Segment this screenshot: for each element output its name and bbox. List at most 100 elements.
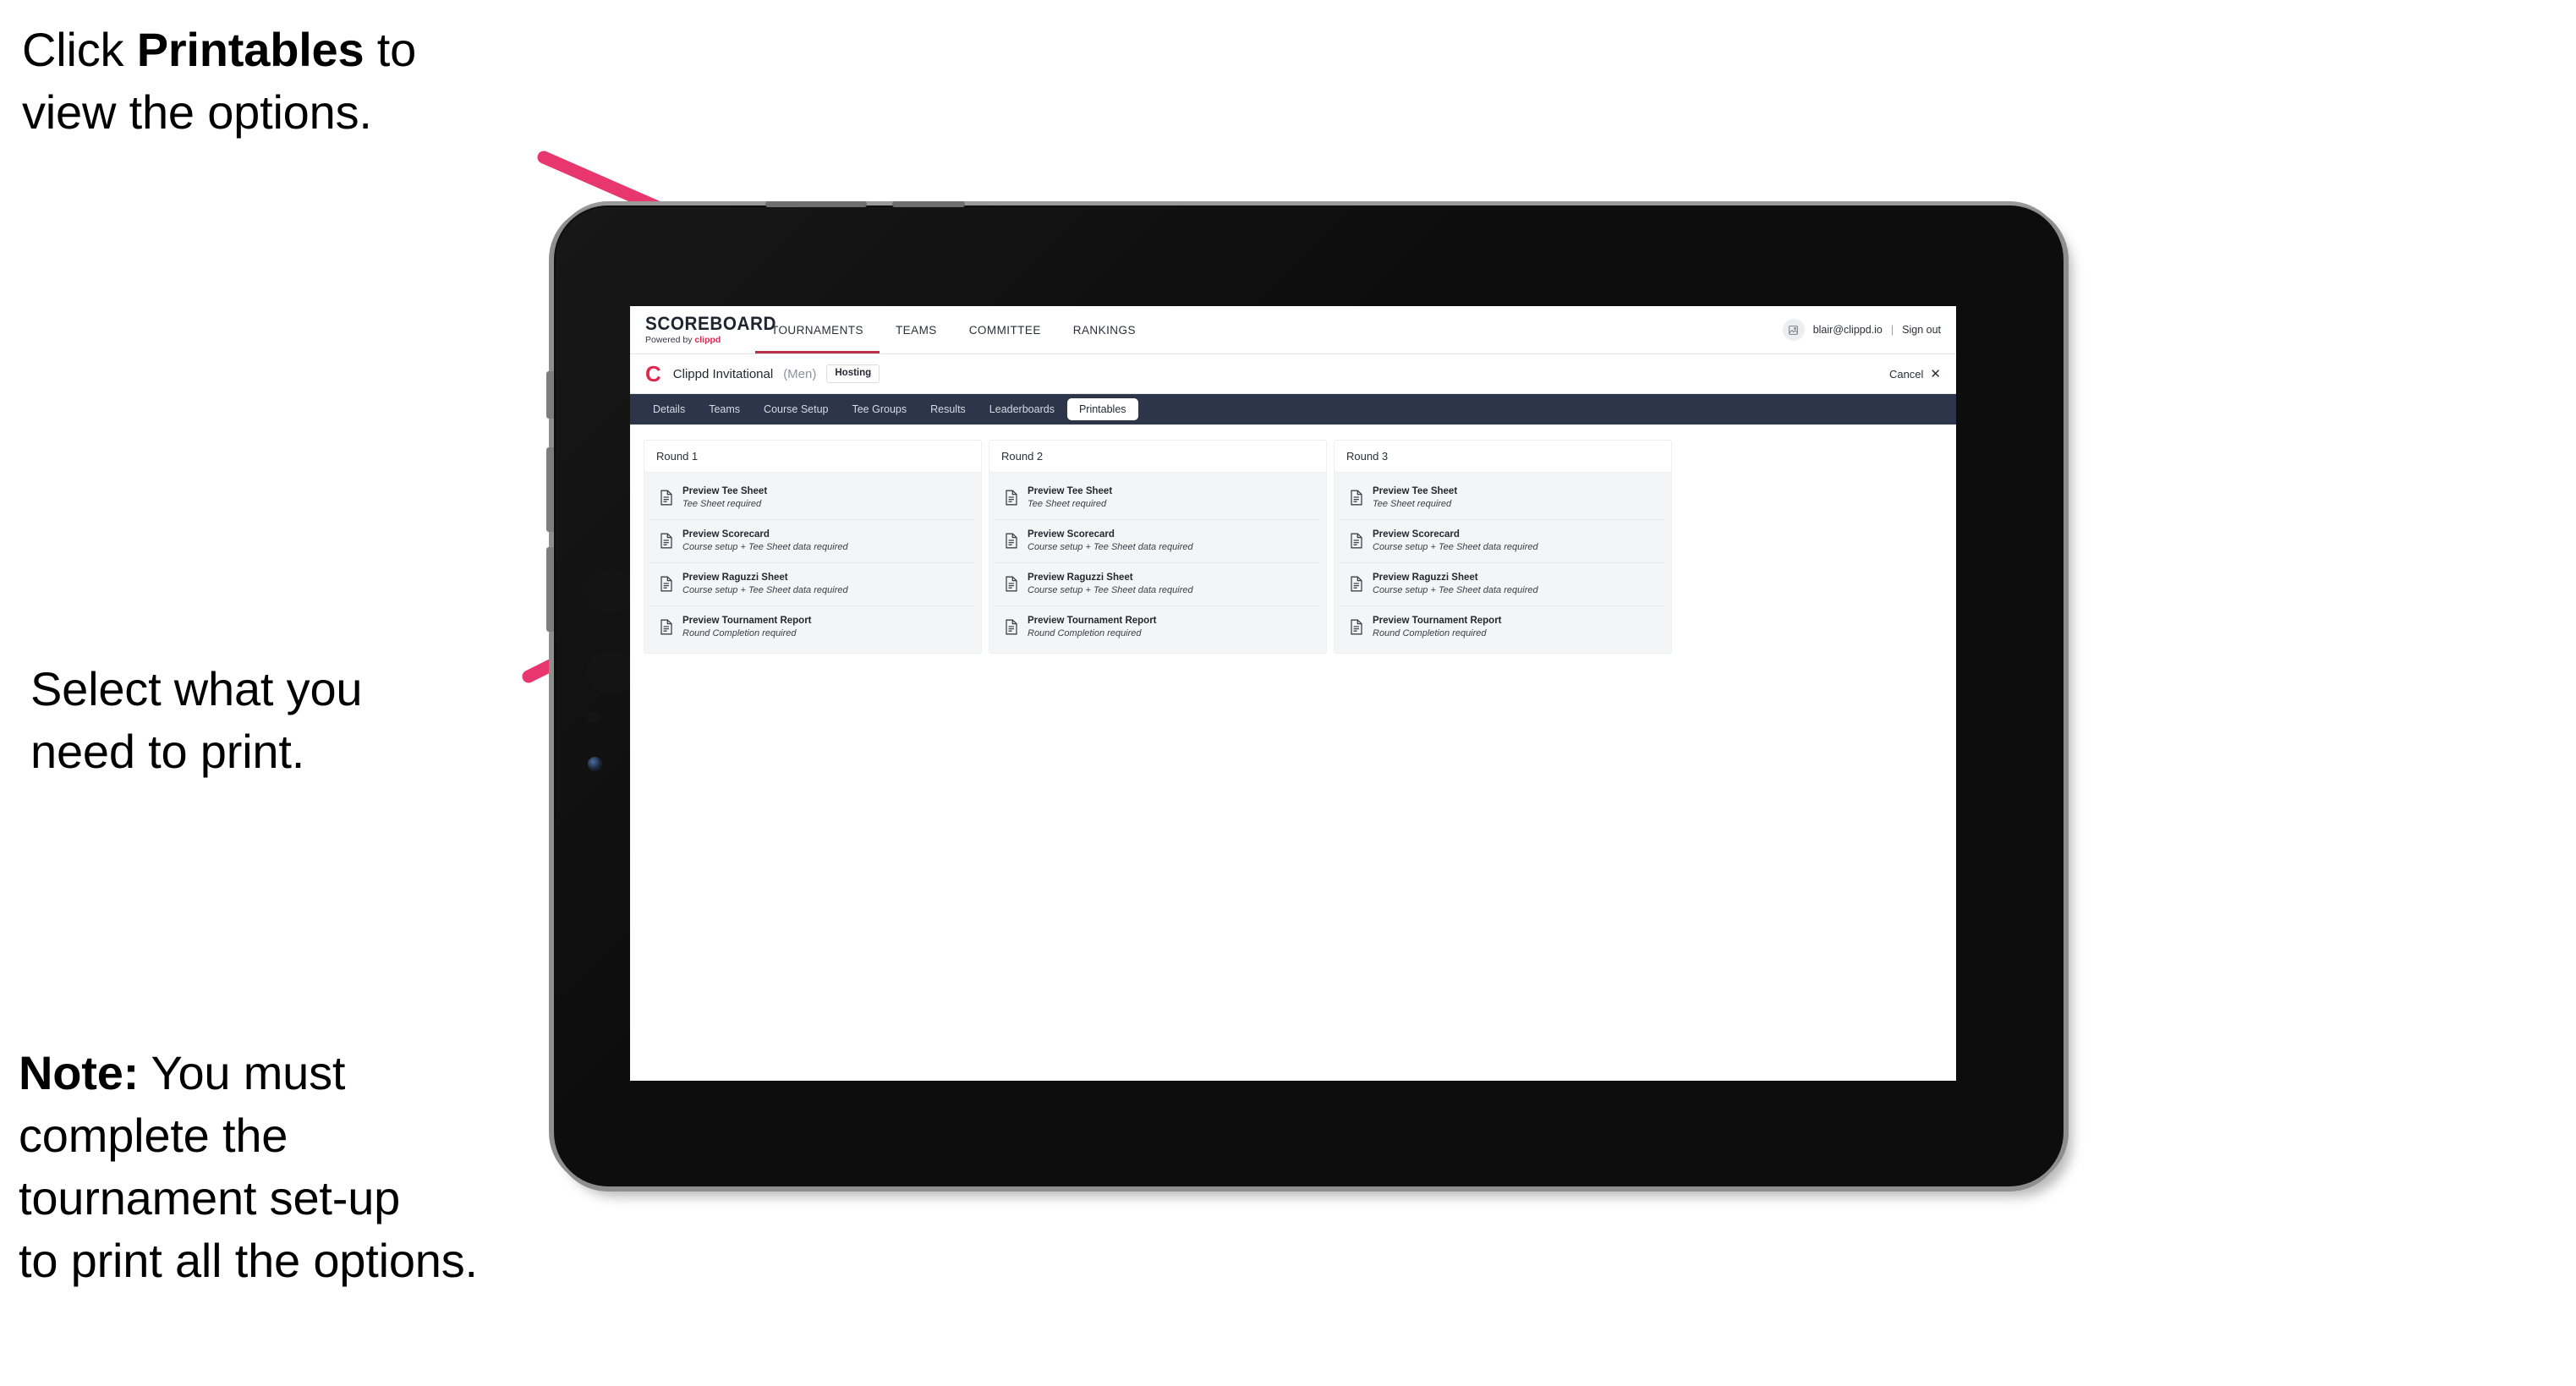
tablet-screen: SCOREBOARD Powered by clippd TOURNAMENTS…: [630, 306, 1956, 1081]
printable-row-tee-sheet[interactable]: Preview Tee Sheet Tee Sheet required: [1340, 477, 1666, 520]
round-3-items: Preview Tee Sheet Tee Sheet required Pre…: [1335, 473, 1671, 654]
brand-title: SCOREBOARD: [645, 313, 777, 335]
printable-row-tournament-report[interactable]: Preview Tournament Report Round Completi…: [995, 606, 1321, 649]
tournament-header-bar: C Clippd Invitational (Men) Hosting Canc…: [630, 354, 1956, 394]
printable-subtitle: Round Completion required: [682, 627, 797, 638]
printable-subtitle: Course setup + Tee Sheet data required: [1373, 542, 1538, 553]
topnav-label-rankings: RANKINGS: [1072, 323, 1136, 337]
round-2-items: Preview Tee Sheet Tee Sheet required Pre…: [989, 473, 1326, 654]
printable-row-tee-sheet[interactable]: Preview Tee Sheet Tee Sheet required: [649, 477, 976, 520]
printable-text: Preview Tournament Report Round Completi…: [1373, 616, 1502, 639]
tablet-volume-up-button[interactable]: [546, 447, 554, 532]
document-icon: [1005, 490, 1018, 506]
annotation-click-before: Click: [22, 23, 137, 76]
section-tabbar: Details Teams Course Setup Tee Groups Re…: [630, 394, 1956, 425]
tab-label-teams: Teams: [709, 403, 741, 415]
topnav-item-rankings[interactable]: RANKINGS: [1057, 306, 1152, 353]
tab-results[interactable]: Results: [919, 399, 977, 420]
round-2-title: Round 2: [989, 441, 1326, 473]
printable-text: Preview Tournament Report Round Completi…: [682, 616, 812, 639]
tablet-top-sensor-strip-a: [765, 201, 867, 207]
clippd-logo-icon: C: [645, 361, 661, 386]
printable-row-scorecard[interactable]: Preview Scorecard Course setup + Tee She…: [1340, 520, 1666, 563]
printable-subtitle: Tee Sheet required: [682, 499, 762, 510]
printable-text: Preview Scorecard Course setup + Tee She…: [1373, 529, 1538, 553]
document-icon: [660, 619, 673, 635]
tab-leaderboards[interactable]: Leaderboards: [978, 399, 1066, 420]
round-3-title: Round 3: [1335, 441, 1671, 473]
printables-content: Round 1 Preview Tee Sheet Tee Sheet requ…: [630, 425, 1956, 670]
brand-powered-by: Powered by: [645, 335, 695, 346]
document-icon: [1005, 533, 1018, 549]
scoreboard-logo[interactable]: SCOREBOARD Powered by clippd: [630, 306, 777, 353]
printable-subtitle: Course setup + Tee Sheet data required: [682, 584, 848, 595]
printable-row-raguzzi-sheet[interactable]: Preview Raguzzi Sheet Course setup + Tee…: [1340, 563, 1666, 606]
sign-out-link[interactable]: Sign out: [1902, 324, 1941, 336]
topnav-item-teams[interactable]: TEAMS: [880, 306, 953, 353]
brand-subtitle: Powered by clippd: [645, 336, 755, 345]
annotation-click-printables: Click Printables to view the options.: [22, 19, 580, 144]
account-separator: |: [1890, 324, 1894, 336]
printable-row-tee-sheet[interactable]: Preview Tee Sheet Tee Sheet required: [995, 477, 1321, 520]
printable-title: Preview Scorecard: [682, 529, 770, 540]
printable-row-raguzzi-sheet[interactable]: Preview Raguzzi Sheet Course setup + Tee…: [995, 563, 1321, 606]
tablet-bezel-blur-b: [586, 650, 637, 694]
user-avatar-icon[interactable]: [1782, 319, 1805, 341]
printable-title: Preview Tee Sheet: [1028, 486, 1113, 496]
document-icon: [1350, 576, 1363, 592]
printable-row-scorecard[interactable]: Preview Scorecard Course setup + Tee She…: [649, 520, 976, 563]
tab-label-results: Results: [930, 403, 966, 415]
status-badge: Hosting: [826, 364, 880, 383]
document-icon: [1005, 576, 1018, 592]
tab-details[interactable]: Details: [642, 399, 696, 420]
printable-text: Preview Raguzzi Sheet Course setup + Tee…: [1373, 572, 1538, 596]
document-icon: [660, 490, 673, 506]
tablet-top-sensor-strip-b: [892, 201, 965, 207]
tablet-volume-down-button[interactable]: [546, 547, 554, 632]
printable-text: Preview Raguzzi Sheet Course setup + Tee…: [1028, 572, 1193, 596]
printable-title: Preview Tournament Report: [1028, 615, 1157, 626]
tab-printables[interactable]: Printables: [1066, 397, 1138, 421]
printable-text: Preview Tee Sheet Tee Sheet required: [682, 486, 767, 510]
annotation-select-print: Select what you need to print.: [30, 662, 363, 778]
printable-row-tournament-report[interactable]: Preview Tournament Report Round Completi…: [1340, 606, 1666, 649]
printable-text: Preview Scorecard Course setup + Tee She…: [1028, 529, 1193, 553]
printable-subtitle: Course setup + Tee Sheet data required: [1028, 584, 1193, 595]
printable-subtitle: Round Completion required: [1373, 627, 1487, 638]
round-card-2: Round 2 Preview Tee Sheet Tee Sheet requ…: [989, 440, 1327, 655]
tournament-gender: (Men): [783, 366, 817, 381]
printable-subtitle: Round Completion required: [1028, 627, 1142, 638]
cancel-label: Cancel: [1888, 367, 1924, 381]
topnav-item-committee[interactable]: COMMITTEE: [953, 306, 1057, 353]
round-card-1: Round 1 Preview Tee Sheet Tee Sheet requ…: [644, 440, 982, 655]
document-icon: [660, 533, 673, 549]
tab-label-tee-groups: Tee Groups: [852, 403, 907, 415]
round-1-items: Preview Tee Sheet Tee Sheet required Pre…: [644, 473, 981, 654]
tab-teams[interactable]: Teams: [698, 399, 751, 420]
topnav-item-tournaments[interactable]: TOURNAMENTS: [755, 306, 880, 353]
annotation-click-bold: Printables: [136, 23, 364, 76]
printable-subtitle: Tee Sheet required: [1373, 499, 1452, 510]
printable-text: Preview Tee Sheet Tee Sheet required: [1373, 486, 1457, 510]
printable-row-raguzzi-sheet[interactable]: Preview Raguzzi Sheet Course setup + Tee…: [649, 563, 976, 606]
printable-title: Preview Tournament Report: [682, 615, 812, 626]
tab-course-setup[interactable]: Course Setup: [753, 399, 839, 420]
tablet-power-button[interactable]: [546, 371, 554, 419]
document-icon: [1350, 490, 1363, 506]
account-area: blair@clippd.io | Sign out: [1782, 306, 1956, 353]
printable-title: Preview Tee Sheet: [682, 486, 768, 496]
printable-subtitle: Course setup + Tee Sheet data required: [1373, 584, 1538, 595]
printable-row-tournament-report[interactable]: Preview Tournament Report Round Completi…: [649, 606, 976, 649]
tab-label-details: Details: [653, 403, 686, 415]
tab-tee-groups[interactable]: Tee Groups: [841, 399, 918, 420]
cancel-button[interactable]: Cancel ✕: [1889, 366, 1941, 381]
tablet-bezel-blur-c: [586, 711, 600, 723]
printable-title: Preview Tee Sheet: [1373, 486, 1458, 496]
printable-title: Preview Raguzzi Sheet: [1373, 572, 1478, 583]
document-icon: [1005, 619, 1018, 635]
round-1-title: Round 1: [644, 441, 981, 473]
printable-row-scorecard[interactable]: Preview Scorecard Course setup + Tee She…: [995, 520, 1321, 563]
printable-subtitle: Course setup + Tee Sheet data required: [682, 542, 848, 553]
account-email: blair@clippd.io: [1812, 324, 1883, 336]
tablet-bezel-blur-a: [586, 569, 637, 613]
